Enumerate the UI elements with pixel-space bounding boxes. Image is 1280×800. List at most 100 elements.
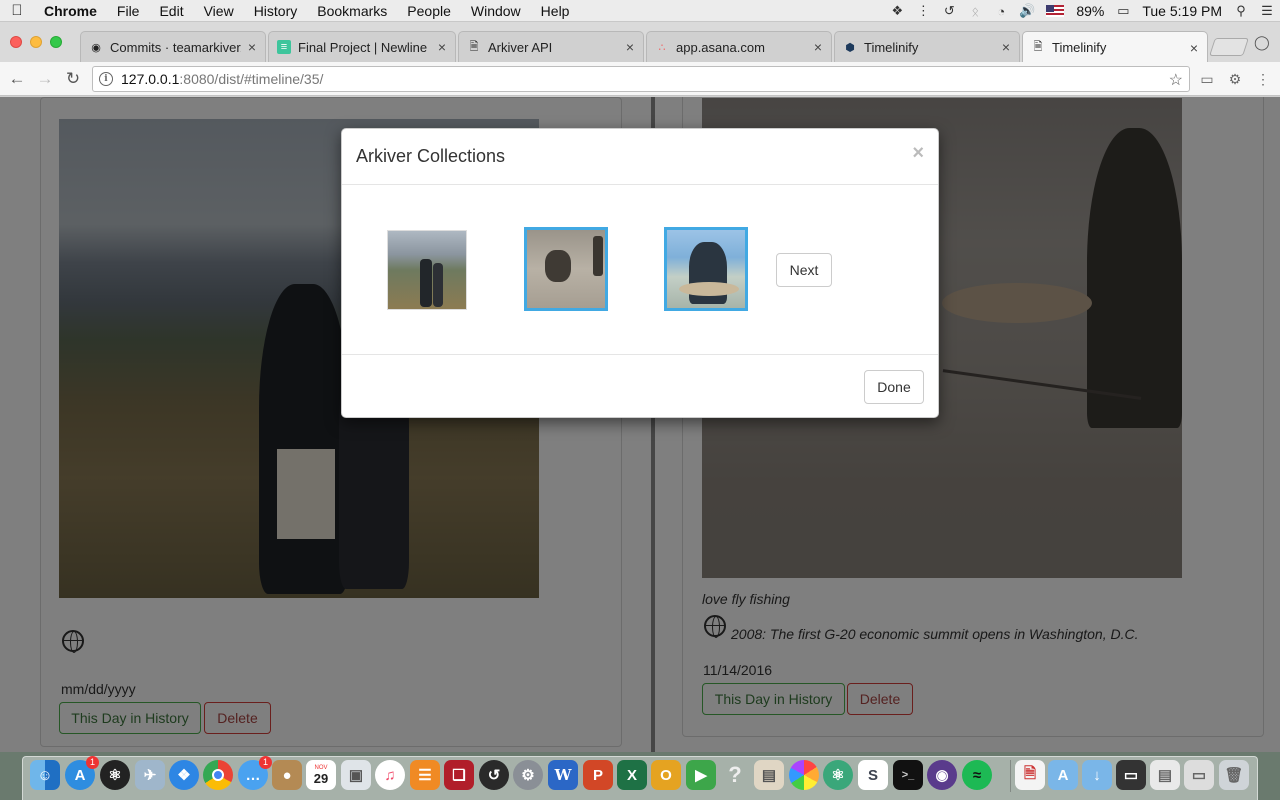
menu-file[interactable]: File [107, 0, 150, 22]
documents-stack-icon[interactable]: ▤ [1150, 760, 1180, 790]
arkiver-collections-modal: Arkiver Collections × Next Done [341, 128, 939, 418]
tab-asana[interactable]: ∴ app.asana.com × [646, 31, 832, 62]
facetime-icon[interactable]: ▶ [686, 760, 716, 790]
battery-percent[interactable]: 89% [1070, 3, 1110, 19]
tab-close-icon[interactable]: × [623, 39, 637, 55]
back-arrow-icon[interactable]: ← [6, 68, 28, 90]
collection-thumbnail-fishing[interactable] [524, 227, 608, 311]
volume-icon[interactable]: 🔊 [1016, 0, 1038, 22]
downloads-folder-icon[interactable]: ↓ [1082, 760, 1112, 790]
wifi-icon[interactable]: ◔ [990, 0, 1012, 22]
powerpoint-icon[interactable]: P [583, 760, 613, 790]
photos-icon[interactable] [789, 760, 819, 790]
collection-thumbnail-mountain[interactable] [387, 230, 467, 310]
battery-icon[interactable]: ▭ [1112, 0, 1134, 22]
tab-timelinify-active[interactable]: 🗎 Timelinify × [1022, 31, 1208, 63]
fish-shape [679, 282, 739, 296]
notification-center-icon[interactable]: ☰ [1256, 0, 1278, 22]
help-icon[interactable]: ? [720, 760, 750, 790]
menu-window[interactable]: Window [461, 0, 531, 22]
sublime-icon[interactable]: S [858, 760, 888, 790]
chrome-icon[interactable] [203, 760, 233, 790]
apple-menu-icon[interactable]:  [0, 2, 34, 19]
itunes-icon[interactable]: ♫ [375, 760, 405, 790]
menu-edit[interactable]: Edit [149, 0, 193, 22]
pdf-document-icon[interactable]: 🗎 [1015, 760, 1045, 790]
window-minimize-button[interactable] [30, 36, 42, 48]
menu-people[interactable]: People [397, 0, 461, 22]
site-info-icon[interactable]: i [99, 72, 113, 86]
timelinify-icon: ⬢ [845, 41, 855, 54]
applications-folder-icon[interactable]: A [1048, 760, 1078, 790]
tab-close-icon[interactable]: × [1187, 40, 1201, 56]
time-machine-dock-icon[interactable]: ↺ [479, 760, 509, 790]
bluetooth-icon[interactable]: ᛟ [964, 0, 986, 22]
mac-dock: ☺ A1 ⚛ ✈ ❖ … 1 ● NOV 29 ▣ ♫ ☰ ❏ ↺ ⚙ W P X … [0, 752, 1280, 800]
github-desktop-icon[interactable]: ◉ [927, 760, 957, 790]
photo-app-icon[interactable]: ❏ [444, 760, 474, 790]
dropbox-status-icon[interactable]: ❖ [886, 0, 908, 22]
modal-close-button[interactable]: × [912, 142, 924, 165]
new-tab-button[interactable] [1209, 38, 1249, 56]
launchpad-icon[interactable]: ⚛ [100, 760, 130, 790]
excel-icon[interactable]: X [617, 760, 647, 790]
word-icon[interactable]: W [548, 760, 578, 790]
github-icon: ◉ [91, 41, 101, 54]
time-machine-icon[interactable]: ↺ [938, 0, 960, 22]
app-store-icon[interactable]: A1 [65, 756, 99, 790]
address-bar[interactable]: i 127.0.0.1:8080/dist/#timeline/35/ ☆ [92, 66, 1190, 92]
reload-icon[interactable]: ↻ [62, 68, 84, 90]
tab-github-commits[interactable]: ◉ Commits · teamarkiver/ × [80, 31, 266, 62]
system-preferences-icon[interactable]: ⚙ [513, 760, 543, 790]
tab-timelinify[interactable]: ⬢ Timelinify × [834, 31, 1020, 62]
spotlight-search-icon[interactable]: ⚲ [1230, 0, 1252, 22]
tab-close-icon[interactable]: × [811, 39, 825, 55]
extension-bug-icon[interactable]: ⚙ [1226, 70, 1244, 88]
contacts-icon[interactable]: ● [272, 760, 302, 790]
screenshot-stack-icon[interactable]: ▭ [1116, 760, 1146, 790]
outlook-icon[interactable]: O [651, 760, 681, 790]
menu-help[interactable]: Help [531, 0, 580, 22]
activity-monitor-icon[interactable]: ⋮ [912, 0, 934, 22]
menu-app-name[interactable]: Chrome [34, 0, 107, 22]
atom-icon[interactable]: ⚛ [823, 760, 853, 790]
spotify-icon[interactable]: ≈ [962, 760, 992, 790]
cast-icon[interactable]: ▭ [1198, 70, 1216, 88]
tab-close-icon[interactable]: × [245, 39, 259, 55]
bookmark-star-icon[interactable]: ☆ [1169, 70, 1183, 90]
terminal-icon[interactable]: >_ [893, 760, 923, 790]
tab-arkiver-api[interactable]: 🗎 Arkiver API × [458, 31, 644, 62]
image-capture-icon[interactable]: ▤ [754, 760, 784, 790]
window-maximize-button[interactable] [50, 36, 62, 48]
tab-final-project[interactable]: ≡ Final Project | Newline × [268, 31, 456, 62]
ibooks-icon[interactable]: ☰ [410, 760, 440, 790]
done-button[interactable]: Done [864, 370, 924, 404]
messages-icon[interactable]: … 1 [238, 756, 272, 790]
page-icon: 🗎 [1033, 41, 1043, 53]
messages-badge: 1 [259, 756, 272, 769]
next-button[interactable]: Next [776, 253, 832, 287]
tab-close-icon[interactable]: × [435, 39, 449, 55]
menu-history[interactable]: History [244, 0, 308, 22]
tab-title: Timelinify [864, 39, 919, 55]
preview-icon[interactable]: ✈ [135, 760, 165, 790]
chrome-menu-icon[interactable]: ⋮ [1254, 70, 1272, 88]
window-close-button[interactable] [10, 36, 22, 48]
collection-thumbnail-catch[interactable] [664, 227, 748, 311]
menu-view[interactable]: View [194, 0, 244, 22]
menu-clock[interactable]: Tue 5:19 PM [1136, 3, 1228, 19]
safari-icon[interactable]: ❖ [169, 760, 199, 790]
open-file-icon[interactable]: ▭ [1184, 760, 1214, 790]
calendar-icon[interactable]: NOV 29 [306, 760, 336, 790]
input-source-flag-icon[interactable] [1046, 5, 1065, 17]
tab-close-icon[interactable]: × [999, 39, 1013, 55]
trash-icon[interactable]: 🗑 [1219, 760, 1249, 790]
tab-title: Arkiver API [488, 39, 553, 55]
finder-icon[interactable]: ☺ [30, 760, 60, 790]
url-path: :8080/dist/#timeline/35/ [179, 71, 324, 87]
browser-tab-strip: ◉ Commits · teamarkiver/ × ≡ Final Proje… [0, 22, 1280, 63]
photo-booth-icon[interactable]: ▣ [341, 760, 371, 790]
menu-bookmarks[interactable]: Bookmarks [307, 0, 397, 22]
profile-icon[interactable]: ◯ [1254, 34, 1270, 50]
forward-arrow-icon[interactable]: → [34, 68, 56, 90]
